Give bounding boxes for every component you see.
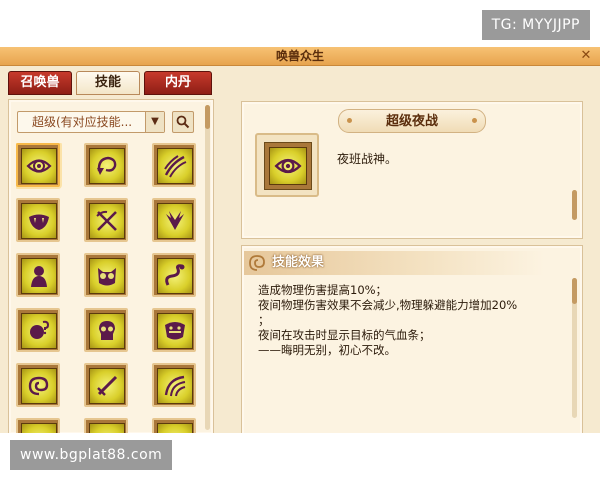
tab-summon[interactable]: 召唤兽	[8, 71, 72, 95]
serpent-icon	[165, 264, 185, 286]
skull-icon	[99, 321, 115, 340]
effect-text: 造成物理伤害提高10%； 夜间物理伤害效果不会减少,物理躲避能力增加20% ； …	[258, 283, 563, 358]
effect-line: 夜间在攻击时显示目标的气血条；	[258, 328, 431, 342]
crossed-weapons-icon	[96, 210, 117, 231]
claw-slash-icon	[164, 155, 187, 178]
watermark-telegram: TG: MYYJJPP	[481, 10, 590, 40]
skill-slot[interactable]	[84, 198, 128, 242]
swirl-arrow-icon	[97, 156, 117, 175]
wings-icon	[166, 211, 184, 230]
beast-face-icon	[165, 322, 185, 340]
skill-detail-icon	[255, 133, 319, 197]
skill-slot[interactable]	[152, 253, 196, 297]
detail-scrollbar[interactable]	[572, 190, 577, 220]
skill-slot[interactable]	[16, 363, 60, 407]
skill-list-panel: 超级(有对应技能... ▼	[8, 99, 214, 433]
skill-slot[interactable]	[16, 253, 60, 297]
effect-title: 技能效果	[272, 255, 325, 270]
skill-slot-night-combat[interactable]	[16, 143, 60, 187]
skill-name: 超级夜战	[385, 114, 438, 129]
sword-icon	[97, 375, 118, 396]
summon-window: 唤兽众生 ✕ 召唤兽 技能 内丹 超级(有对应技能... ▼ 超级夜战 夜班战神…	[0, 47, 600, 433]
skill-slot[interactable]	[152, 363, 196, 407]
owl-icon	[98, 268, 116, 286]
skill-slot[interactable]	[84, 253, 128, 297]
search-icon	[176, 115, 190, 129]
skill-slot[interactable]	[16, 418, 60, 433]
skill-slot[interactable]	[152, 198, 196, 242]
skill-slot[interactable]	[152, 143, 196, 187]
skill-slot[interactable]	[16, 308, 60, 352]
scrollbar-thumb[interactable]	[205, 105, 210, 129]
head-question-icon	[30, 320, 50, 339]
skill-name-banner: 超级夜战	[338, 109, 486, 133]
arc-lines-icon	[164, 375, 186, 397]
effect-line: ；	[258, 313, 270, 327]
spiral-head-icon	[28, 376, 49, 396]
effect-line: ——晦明无别，初心不改。	[258, 343, 396, 357]
close-icon[interactable]: ✕	[578, 48, 594, 64]
window-title: 唤兽众生	[275, 49, 324, 63]
tab-skills[interactable]: 技能	[76, 71, 140, 95]
skill-slot[interactable]	[84, 363, 128, 407]
effect-header: 技能效果	[244, 251, 544, 275]
skill-effect-panel: 技能效果 造成物理伤害提高10%； 夜间物理伤害效果不会减少,物理躲避能力增加2…	[241, 245, 583, 433]
skill-list-scrollbar[interactable]	[205, 105, 210, 430]
skill-slot[interactable]	[84, 143, 128, 187]
banner-ornament	[347, 118, 352, 123]
eye-icon	[274, 158, 302, 174]
skill-slot[interactable]	[16, 198, 60, 242]
effect-line: 夜间物理伤害效果不会减少,物理躲避能力增加20%	[258, 298, 518, 312]
skill-description: 夜班战神。	[337, 152, 398, 166]
tab-inner-core[interactable]: 内丹	[144, 71, 212, 95]
swirl-ornament-icon	[249, 255, 265, 271]
skill-slot[interactable]	[84, 418, 128, 433]
banner-ornament	[472, 118, 477, 123]
skill-detail-panel: 超级夜战 夜班战神。	[241, 101, 583, 239]
skill-filter-dropdown[interactable]: 超级(有对应技能... ▼	[17, 111, 165, 133]
skill-slot[interactable]	[84, 308, 128, 352]
chevron-down-icon[interactable]: ▼	[145, 112, 164, 132]
skill-slot[interactable]	[152, 418, 196, 433]
eye-icon	[26, 159, 52, 173]
title-bar: 唤兽众生 ✕	[0, 47, 600, 66]
effect-scrollbar[interactable]	[572, 278, 577, 418]
skill-filter-value: 超级(有对应技能...	[32, 115, 133, 129]
watermark-url: www.bgplat88.com	[10, 440, 173, 470]
effect-line: 造成物理伤害提高10%；	[258, 283, 388, 297]
fanged-mouth-icon	[29, 214, 49, 230]
silhouette-icon	[31, 266, 47, 287]
scrollbar-thumb[interactable]	[572, 278, 577, 304]
skill-slot[interactable]	[152, 308, 196, 352]
scrollbar-thumb[interactable]	[572, 190, 577, 220]
search-button[interactable]	[172, 111, 194, 133]
skill-grid	[16, 143, 202, 433]
